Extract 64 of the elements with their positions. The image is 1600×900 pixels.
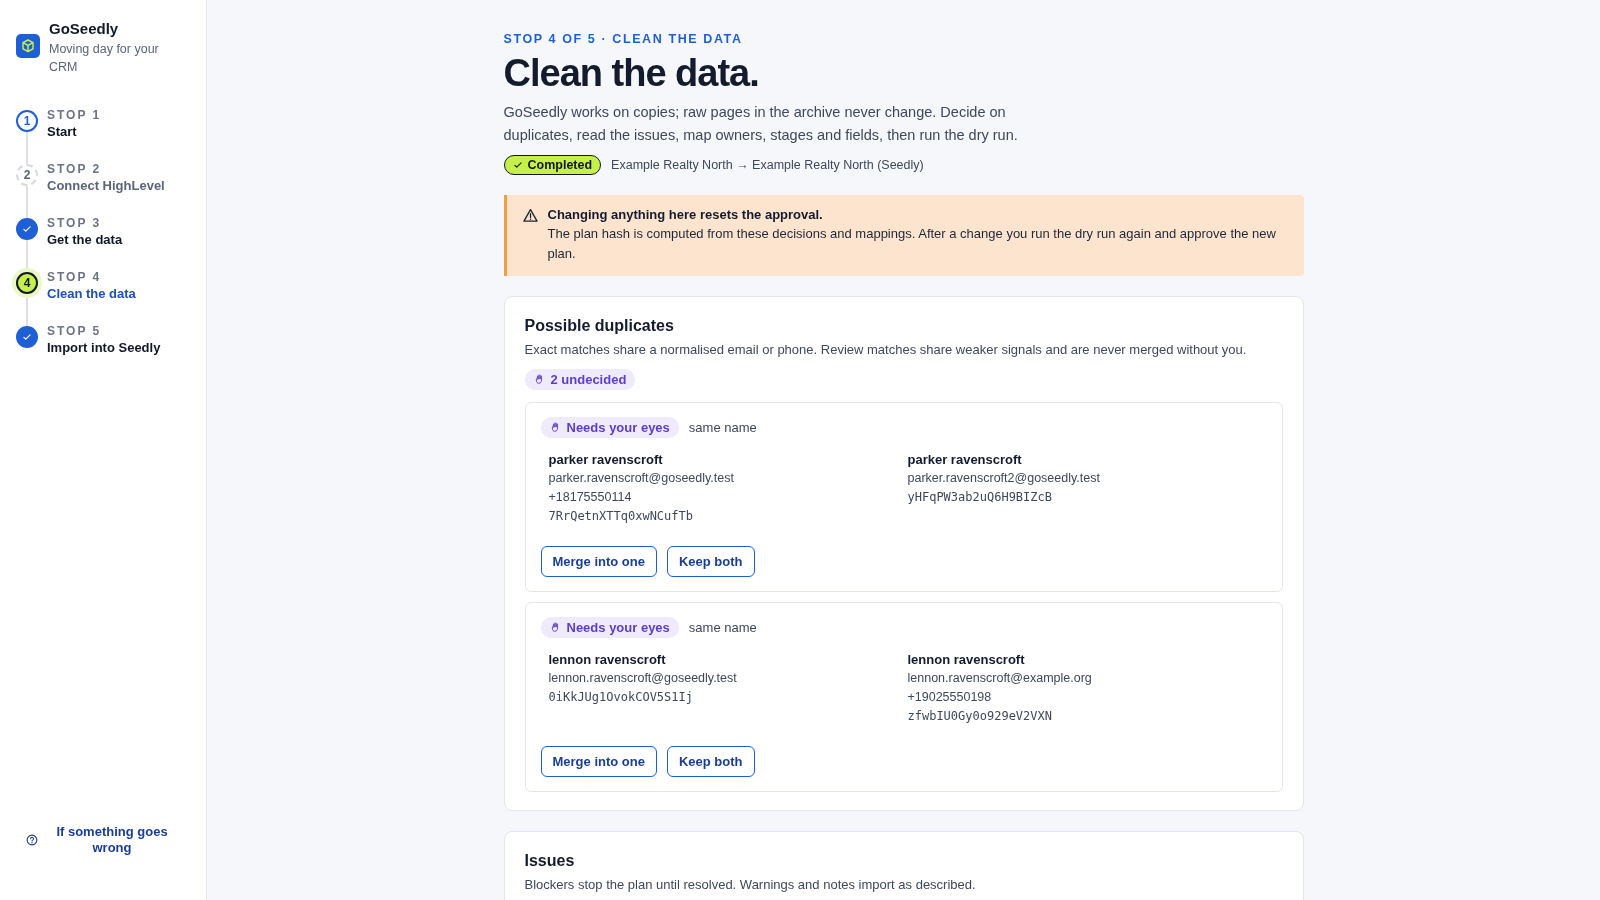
step-number: 4 bbox=[16, 272, 38, 294]
contact-detail: parker.ravenscroft@goseedly.test bbox=[548, 470, 735, 487]
record-id: 7RrQetnXTTq0xwNCufTb bbox=[548, 508, 694, 525]
hand-icon bbox=[549, 622, 561, 633]
intro-text: GoSeedly works on copies; raw pages in the archive never change. Decide on duplicates, read the issues, map owners, stages and fields, then run the dry run. bbox=[503, 103, 1019, 145]
step-number: 2 bbox=[16, 164, 38, 186]
review-badge: Needs your eyes bbox=[540, 417, 679, 438]
step-title: Clean the data bbox=[47, 286, 136, 301]
step-label: STOP 5 bbox=[47, 324, 103, 338]
contact-detail: lennon.ravenscroft@example.org bbox=[907, 670, 1093, 687]
section-text: Exact matches share a normalised email or phone. Review matches share weaker signals and are never merged without you. bbox=[524, 342, 1248, 357]
status-badge: Completed bbox=[503, 155, 602, 175]
step-title: Get the data bbox=[47, 232, 123, 247]
match-reason: same name bbox=[688, 420, 757, 435]
hand-icon bbox=[549, 422, 561, 433]
contact-name: lennon ravenscroft bbox=[907, 652, 1026, 667]
decision-button[interactable]: Merge into one bbox=[540, 746, 657, 777]
step-label: STOP 3 bbox=[47, 216, 103, 230]
record-id: zfwbIU0Gy0o929eV2VXN bbox=[907, 708, 1053, 725]
contact-name: parker ravenscroft bbox=[548, 452, 664, 467]
step-title: Import into Seedly bbox=[47, 340, 161, 355]
contact-detail: lennon.ravenscroft@goseedly.test bbox=[548, 670, 738, 687]
step-item[interactable]: 2 STOP 2 Connect HighLevel bbox=[16, 162, 206, 216]
contact-name: parker ravenscroft bbox=[907, 452, 1023, 467]
review-badge: Needs your eyes bbox=[540, 617, 679, 638]
section-text: Blockers stop the plan until resolved. Warnings and notes import as described. bbox=[524, 877, 977, 892]
contact-name: lennon ravenscroft bbox=[548, 652, 667, 667]
step-item[interactable]: 1 STOP 1 Start bbox=[16, 108, 206, 162]
record-id: 0iKkJUg1OvokCOV5S1Ij bbox=[548, 689, 694, 706]
contact-detail: +18175550114 bbox=[548, 489, 633, 506]
step-title: Connect HighLevel bbox=[47, 178, 165, 193]
brand-name: GoSeedly bbox=[49, 20, 120, 37]
step-item[interactable]: 4 STOP 4 Clean the data bbox=[16, 270, 206, 324]
check-mark-icon bbox=[22, 224, 32, 234]
warning-text: The plan hash is computed from these decisions and mappings. After a change you run the dry run again and approve the new plan. bbox=[547, 225, 1277, 263]
page-title: Clean the data. bbox=[503, 52, 760, 95]
help-icon bbox=[26, 834, 38, 846]
hand-icon bbox=[533, 374, 545, 385]
contact-detail: parker.ravenscroft2@goseedly.test bbox=[907, 470, 1101, 487]
help-link[interactable]: If something goes wrong bbox=[16, 824, 206, 856]
step-label: STOP 1 bbox=[47, 108, 102, 122]
step-number: 1 bbox=[16, 110, 38, 132]
step-label: STOP 2 bbox=[47, 162, 103, 176]
route-text: Example Realty North → Example Realty North (Seedly) bbox=[611, 158, 924, 172]
brand-tagline: Moving day for your CRM bbox=[49, 41, 160, 76]
contact-detail: +19025550198 bbox=[907, 689, 993, 706]
decision-button[interactable]: Merge into one bbox=[540, 546, 657, 577]
warning-title: Changing anything here resets the approval. bbox=[547, 207, 824, 222]
warning-icon bbox=[522, 208, 538, 223]
step-title: Start bbox=[47, 124, 78, 139]
undecided-badge: 2 undecided bbox=[524, 369, 636, 390]
step-label: STOP 4 bbox=[47, 270, 103, 284]
section-title: Issues bbox=[524, 852, 576, 870]
step-item[interactable]: STOP 3 Get the data bbox=[16, 216, 206, 270]
decision-button[interactable]: Keep both bbox=[666, 546, 755, 577]
cube-logo-icon bbox=[16, 34, 40, 58]
step-item[interactable]: STOP 5 Import into Seedly bbox=[16, 324, 206, 378]
check-icon bbox=[512, 160, 523, 170]
record-id: yHFqPW3ab2uQ6H9BIZcB bbox=[907, 489, 1053, 506]
decision-button[interactable]: Keep both bbox=[666, 746, 755, 777]
step-eyebrow: STOP 4 OF 5 · CLEAN THE DATA bbox=[503, 32, 744, 46]
check-mark-icon bbox=[22, 332, 32, 342]
match-reason: same name bbox=[688, 620, 757, 635]
section-title: Possible duplicates bbox=[524, 317, 675, 335]
